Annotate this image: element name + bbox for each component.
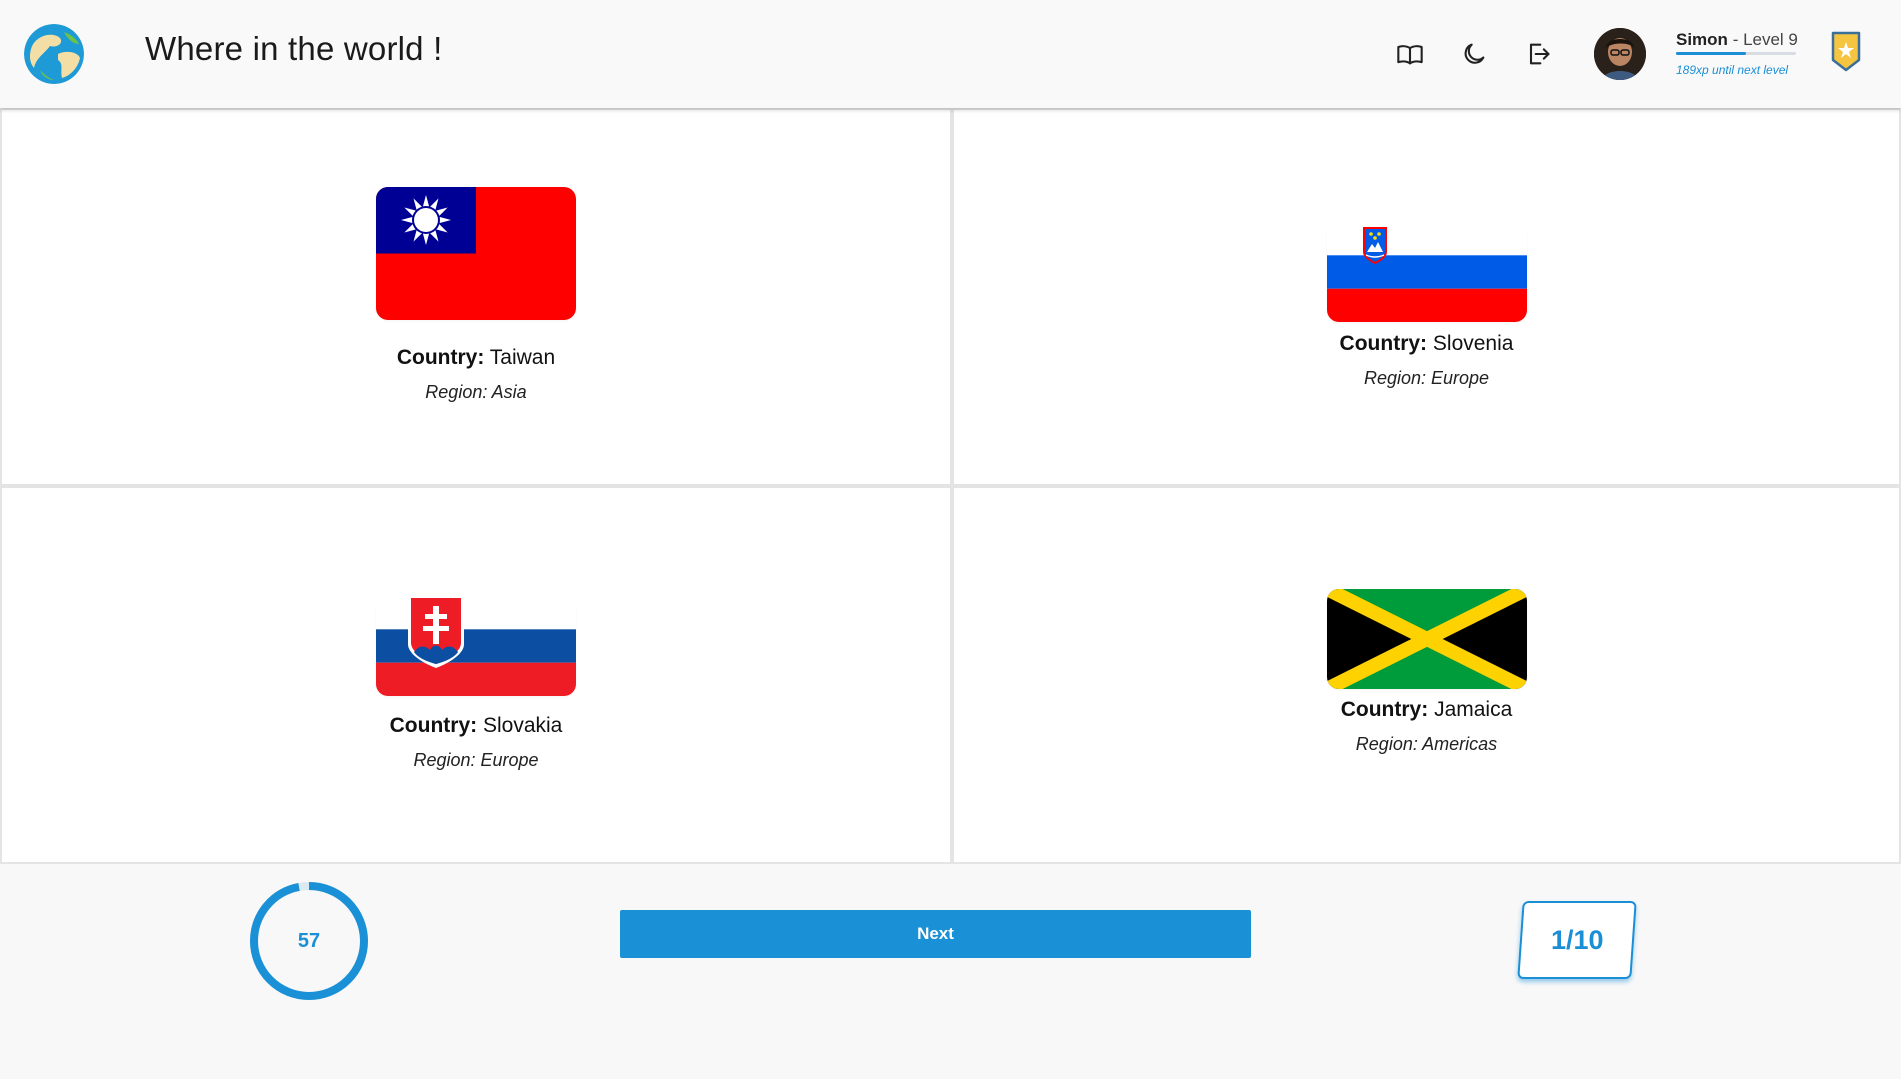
- answer-card-taiwan[interactable]: Country: Taiwan Region: Asia: [0, 108, 952, 486]
- avatar[interactable]: [1594, 28, 1646, 80]
- region-text: Region: Europe: [413, 750, 539, 770]
- xp-remaining-text: 189xp until next level: [1676, 63, 1789, 77]
- country-text: Country: Jamaica: [1340, 698, 1513, 721]
- answer-card-jamaica[interactable]: Country: Jamaica Region: Americas: [952, 486, 1901, 864]
- top-bar: Where in the world ! Simon - Level 9 189…: [0, 0, 1901, 108]
- region-text: Region: Americas: [1355, 734, 1498, 754]
- moon-icon[interactable]: [1460, 40, 1488, 68]
- region-text: Region: Asia: [425, 382, 527, 402]
- slovenia-flag: [1326, 222, 1527, 322]
- region-text: Region: Europe: [1363, 368, 1490, 388]
- jamaica-flag: [1326, 589, 1527, 689]
- logout-icon[interactable]: [1524, 40, 1552, 68]
- country-text: Country: Slovakia: [389, 714, 563, 737]
- shield-star-icon[interactable]: [1830, 30, 1862, 74]
- countdown-timer-value: 57: [297, 929, 321, 952]
- app-title: Where in the world !: [145, 30, 443, 67]
- country-text: Country: Slovenia: [1339, 332, 1514, 355]
- slovakia-flag: [376, 596, 576, 696]
- globe-logo-icon[interactable]: [24, 24, 84, 84]
- question-counter-text: 1/10: [1550, 924, 1604, 955]
- next-button[interactable]: Next: [620, 910, 1251, 958]
- user-level: - Level 9: [1732, 30, 1798, 49]
- user-name: Simon: [1676, 30, 1728, 49]
- answer-card-slovenia[interactable]: Country: Slovenia Region: Europe: [952, 108, 1901, 486]
- answer-card-slovakia[interactable]: Country: Slovakia Region: Europe: [0, 486, 952, 864]
- question-counter: 1/10: [1517, 901, 1637, 979]
- taiwan-flag: [376, 187, 576, 320]
- country-text: Country: Taiwan: [396, 346, 556, 369]
- xp-progress-fill: [1676, 52, 1746, 55]
- xp-progress-bar: [1676, 52, 1796, 55]
- book-open-icon[interactable]: [1396, 40, 1424, 68]
- answer-grid: Country: Taiwan Region: Asia Country: Sl…: [0, 108, 1901, 864]
- user-info: Simon - Level 9: [1676, 30, 1798, 50]
